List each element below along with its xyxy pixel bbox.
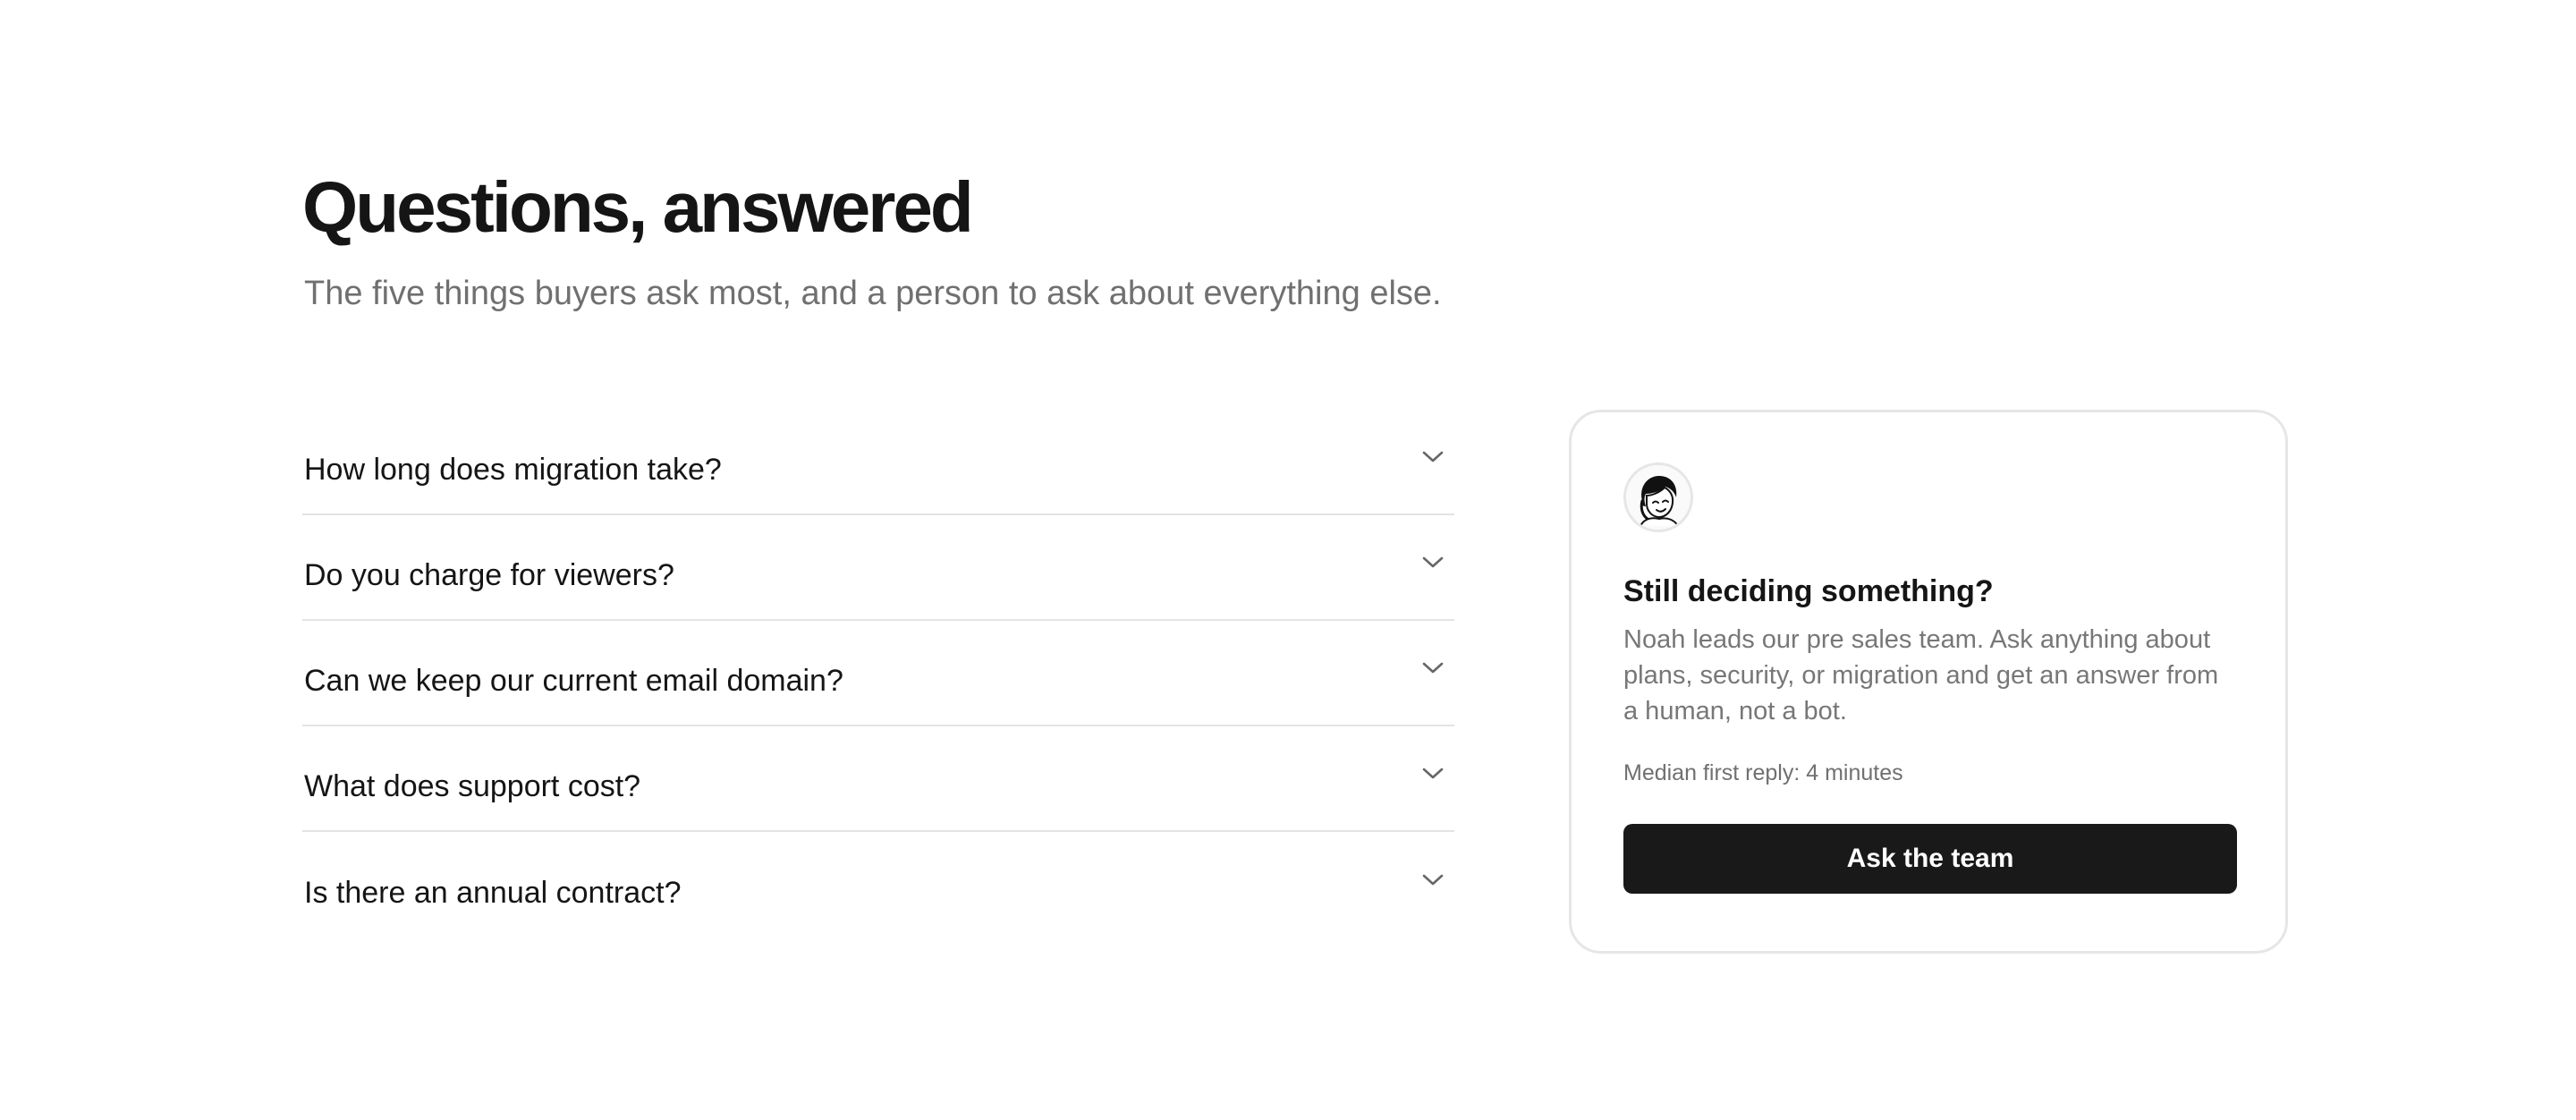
faq-section-header: Questions, answered The five things buye… (302, 161, 2288, 317)
avatar (1623, 462, 1693, 532)
ask-the-team-button[interactable]: Ask the team (1623, 824, 2237, 894)
card-description: Noah leads our pre sales team. Ask anyth… (1623, 625, 2219, 725)
faq-question: Is there an annual contract? (304, 875, 682, 910)
faq-list: How long does migration take? Do you cha… (302, 410, 1454, 938)
page-title: Questions, answered (302, 167, 974, 247)
reply-time-meta: Median first reply: 4 minutes (1623, 760, 1903, 785)
card-title: Still deciding something? (1623, 574, 1994, 608)
faq-question: Do you charge for viewers? (304, 557, 674, 592)
faq-item-support-cost[interactable]: What does support cost? (302, 726, 1454, 832)
avatar-illustration-icon (1640, 476, 1679, 526)
contact-card: Still deciding something? Noah leads our… (1569, 410, 2288, 954)
faq-item-email-domain[interactable]: Can we keep our current email domain? (302, 621, 1454, 726)
chevron-down-icon[interactable] (1415, 650, 1451, 686)
faq-item-viewers[interactable]: Do you charge for viewers? (302, 515, 1454, 621)
chevron-down-icon[interactable] (1415, 862, 1451, 898)
chevron-down-icon[interactable] (1415, 545, 1451, 581)
chevron-down-icon[interactable] (1415, 439, 1451, 475)
faq-item-migration[interactable]: How long does migration take? (302, 410, 1454, 515)
page-subtitle: The five things buyers ask most, and a p… (304, 275, 1442, 312)
chevron-down-icon[interactable] (1415, 756, 1451, 792)
faq-item-annual-contract[interactable]: Is there an annual contract? (302, 832, 1454, 938)
faq-question: What does support cost? (304, 768, 641, 803)
faq-question: Can we keep our current email domain? (304, 663, 843, 698)
faq-question: How long does migration take? (304, 452, 722, 487)
